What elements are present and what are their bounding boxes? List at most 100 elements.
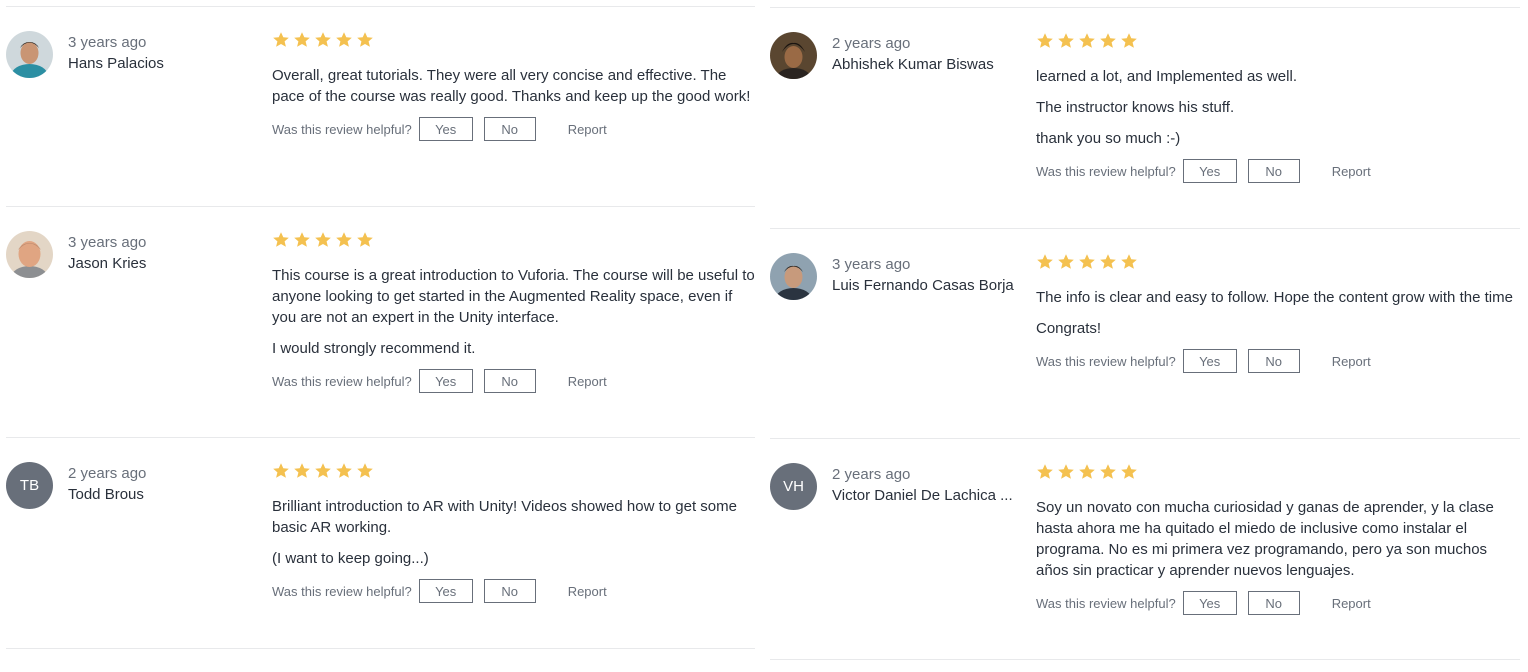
report-link[interactable]: Report xyxy=(568,374,607,389)
helpful-bar: Was this review helpful? Yes No Report xyxy=(1036,591,1520,615)
star-icon xyxy=(356,31,374,49)
review-text: Brilliant introduction to AR with Unity!… xyxy=(272,498,737,536)
star-rating xyxy=(272,31,755,51)
star-icon xyxy=(1036,32,1054,50)
star-icon xyxy=(1057,32,1075,50)
star-icon xyxy=(293,462,311,480)
divider xyxy=(770,7,1520,8)
user-photo-icon xyxy=(770,32,817,79)
star-rating xyxy=(1036,463,1520,483)
star-icon xyxy=(1036,253,1054,271)
reviewer-name: Jason Kries xyxy=(68,255,147,272)
reviewer-name: Abhishek Kumar Biswas xyxy=(832,56,994,73)
review-text: (I want to keep going...) xyxy=(272,550,429,567)
star-icon xyxy=(1120,463,1138,481)
helpful-bar: Was this review helpful? Yes No Report xyxy=(272,117,755,141)
star-icon xyxy=(335,231,353,249)
report-link[interactable]: Report xyxy=(1332,164,1371,179)
helpful-no-button[interactable]: No xyxy=(483,579,536,603)
report-link[interactable]: Report xyxy=(568,122,607,137)
star-icon xyxy=(1099,463,1117,481)
review-text: The info is clear and easy to follow. Ho… xyxy=(1036,289,1513,306)
helpful-no-button[interactable]: No xyxy=(483,117,536,141)
star-icon xyxy=(356,462,374,480)
star-icon xyxy=(293,231,311,249)
star-icon xyxy=(314,462,332,480)
star-icon xyxy=(1120,32,1138,50)
review-date: 3 years ago xyxy=(68,234,147,251)
star-rating xyxy=(1036,253,1520,273)
avatar-initials: VH xyxy=(770,463,817,510)
star-icon xyxy=(1057,253,1075,271)
helpful-no-button[interactable]: No xyxy=(483,369,536,393)
star-icon xyxy=(293,31,311,49)
divider xyxy=(6,648,755,649)
helpful-question: Was this review helpful? xyxy=(272,373,412,389)
helpful-yes-button[interactable]: Yes xyxy=(1182,159,1237,183)
review-text: The instructor knows his stuff. xyxy=(1036,99,1235,116)
divider xyxy=(6,6,755,7)
helpful-bar: Was this review helpful? Yes No Report xyxy=(272,369,755,393)
star-icon xyxy=(272,231,290,249)
helpful-question: Was this review helpful? xyxy=(272,121,412,137)
divider xyxy=(770,228,1520,229)
review-text: learned a lot, and Implemented as well. xyxy=(1036,68,1297,85)
avatar xyxy=(6,231,53,278)
star-icon xyxy=(1099,253,1117,271)
review-date: 3 years ago xyxy=(68,34,147,51)
report-link[interactable]: Report xyxy=(1332,354,1371,369)
helpful-bar: Was this review helpful? Yes No Report xyxy=(272,579,755,603)
report-link[interactable]: Report xyxy=(1332,596,1371,611)
star-icon xyxy=(314,231,332,249)
star-icon xyxy=(314,31,332,49)
star-rating xyxy=(272,231,755,251)
review-date: 2 years ago xyxy=(68,465,147,482)
review-date: 2 years ago xyxy=(832,35,911,52)
helpful-no-button[interactable]: No xyxy=(1247,591,1300,615)
user-photo-icon xyxy=(6,31,53,78)
helpful-yes-button[interactable]: Yes xyxy=(418,579,473,603)
review-text: Overall, great tutorials. They were all … xyxy=(272,67,751,105)
helpful-bar: Was this review helpful? Yes No Report xyxy=(1036,349,1520,373)
review-text: I would strongly recommend it. xyxy=(272,340,476,357)
reviewer-name: Victor Daniel De Lachica ... xyxy=(832,487,1013,504)
star-icon xyxy=(1099,32,1117,50)
reviewer-name: Luis Fernando Casas Borja xyxy=(832,277,1014,294)
avatar-initials: TB xyxy=(6,462,53,509)
star-icon xyxy=(1036,463,1054,481)
helpful-question: Was this review helpful? xyxy=(1036,595,1176,611)
helpful-no-button[interactable]: No xyxy=(1247,159,1300,183)
helpful-yes-button[interactable]: Yes xyxy=(418,369,473,393)
report-link[interactable]: Report xyxy=(568,584,607,599)
star-icon xyxy=(272,31,290,49)
avatar xyxy=(770,32,817,79)
helpful-question: Was this review helpful? xyxy=(1036,163,1176,179)
star-icon xyxy=(272,462,290,480)
reviewer-name: Todd Brous xyxy=(68,486,144,503)
review-date: 3 years ago xyxy=(832,256,911,273)
helpful-bar: Was this review helpful? Yes No Report xyxy=(1036,159,1520,183)
helpful-no-button[interactable]: No xyxy=(1247,349,1300,373)
helpful-yes-button[interactable]: Yes xyxy=(1182,349,1237,373)
helpful-yes-button[interactable]: Yes xyxy=(1182,591,1237,615)
helpful-question: Was this review helpful? xyxy=(1036,353,1176,369)
star-icon xyxy=(1078,32,1096,50)
star-rating xyxy=(1036,32,1520,52)
review-text: This course is a great introduction to V… xyxy=(272,267,755,326)
star-icon xyxy=(335,31,353,49)
star-icon xyxy=(1057,463,1075,481)
star-icon xyxy=(1078,253,1096,271)
star-rating xyxy=(272,462,755,482)
helpful-yes-button[interactable]: Yes xyxy=(418,117,473,141)
user-photo-icon xyxy=(6,231,53,278)
review-text: Congrats! xyxy=(1036,320,1102,337)
divider xyxy=(6,206,755,207)
user-photo-icon xyxy=(770,253,817,300)
star-icon xyxy=(1120,253,1138,271)
star-icon xyxy=(1078,463,1096,481)
reviewer-name: Hans Palacios xyxy=(68,55,164,72)
helpful-question: Was this review helpful? xyxy=(272,583,412,599)
star-icon xyxy=(335,462,353,480)
divider xyxy=(770,438,1520,439)
review-date: 2 years ago xyxy=(832,466,911,483)
